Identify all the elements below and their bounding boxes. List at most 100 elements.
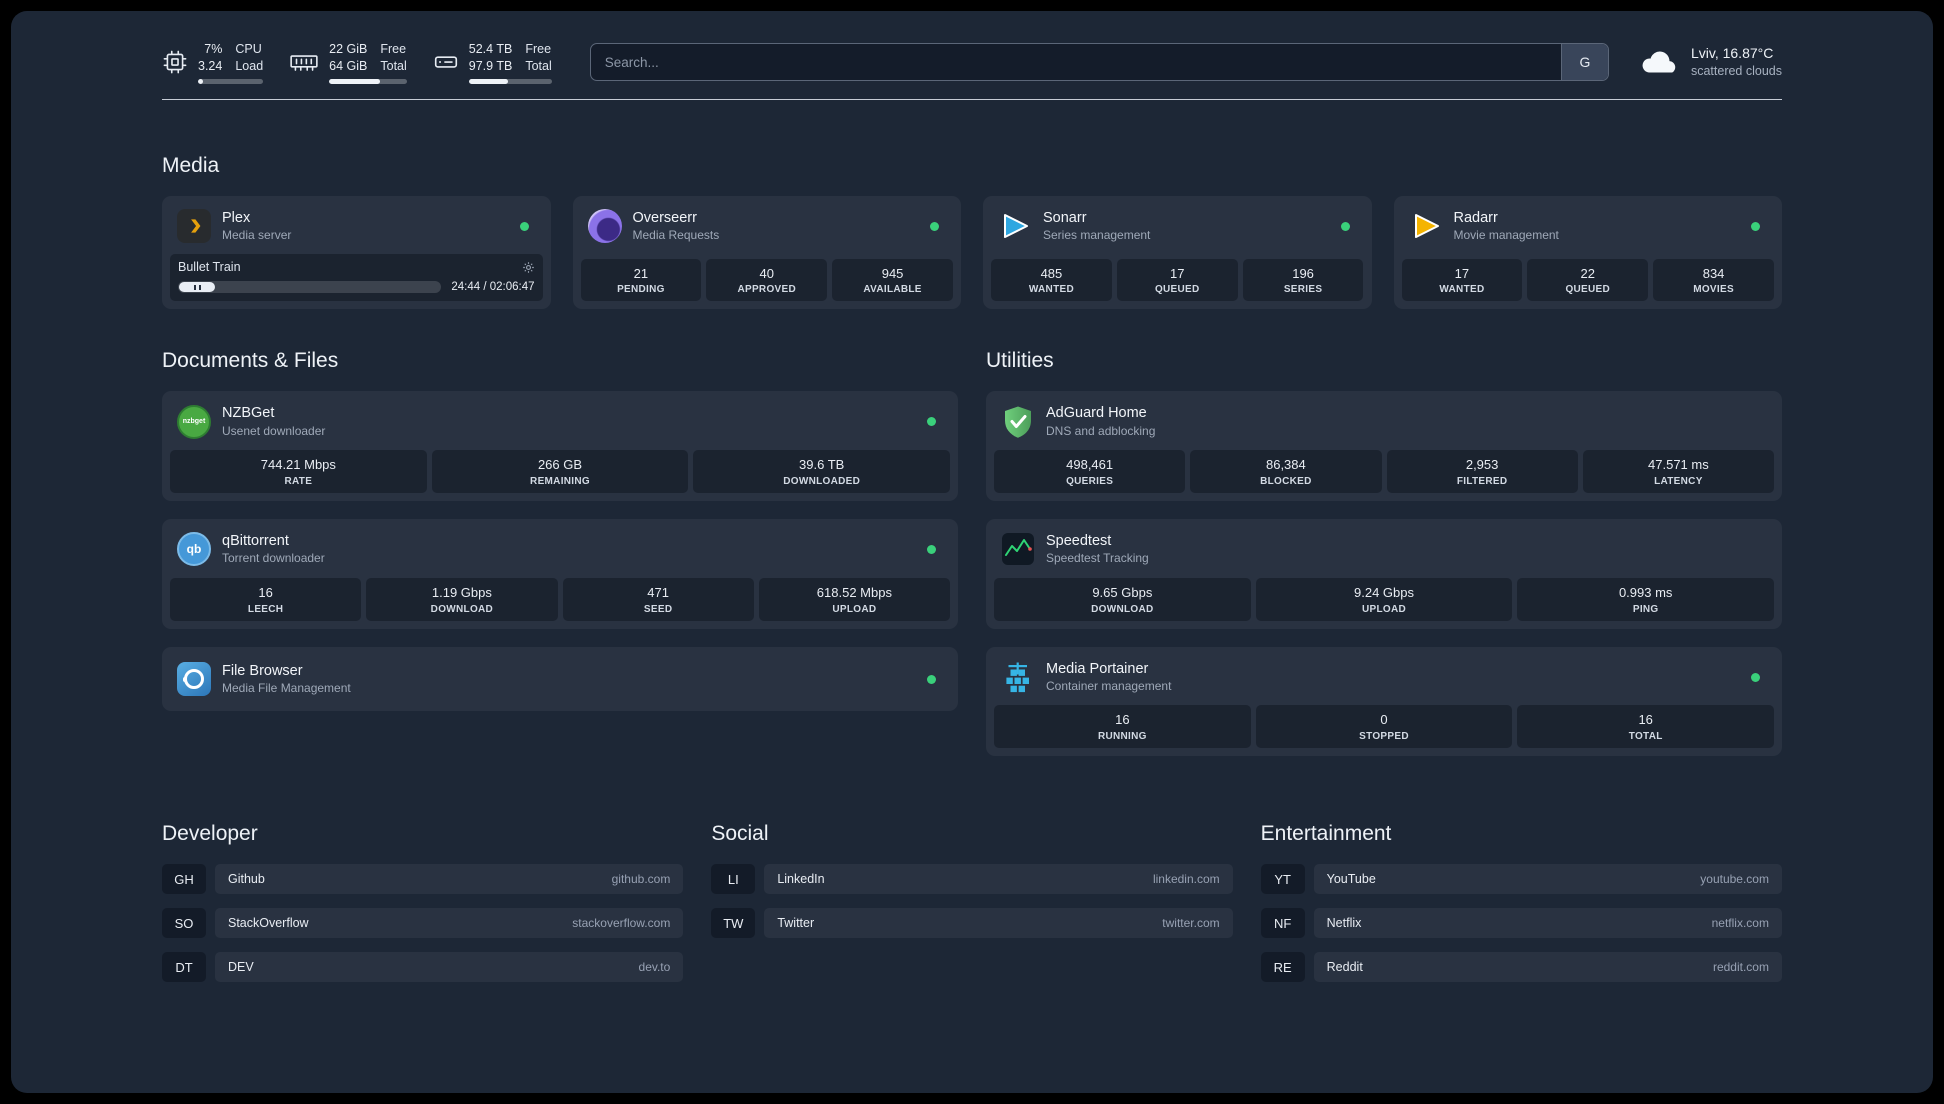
bookmark-abbr: TW: [711, 908, 756, 939]
stat-seed: 471 SEED: [562, 577, 754, 621]
dashboard: 7% CPU 3.24 Load 22 GiB Free 64 GiB Tota…: [11, 11, 1933, 1093]
bookmark-dev[interactable]: DT DEV dev.to: [162, 952, 684, 983]
bookmark-github[interactable]: GH Github github.com: [162, 864, 684, 895]
service-name: Radarr: [1453, 209, 1498, 226]
bookmark-name: Reddit: [1326, 960, 1363, 975]
bookmark-youtube[interactable]: YT YouTube youtube.com: [1260, 864, 1782, 895]
adguard-icon: [1001, 405, 1035, 439]
stat-latency: 47.571 ms LATENCY: [1582, 450, 1774, 494]
bookmark-url: twitter.com: [1162, 916, 1220, 931]
disk-progress-bar: [468, 78, 552, 84]
service-card-overseerr[interactable]: Overseerr Media Requests 21 PENDING 40 A…: [572, 195, 961, 310]
service-name: Overseerr: [632, 209, 697, 226]
bookmark-url: dev.to: [638, 960, 671, 975]
service-name: File Browser: [222, 662, 303, 679]
cloud-icon: [1639, 41, 1681, 83]
service-card-portainer[interactable]: Media Portainer Container management 16 …: [986, 646, 1782, 757]
gear-icon[interactable]: [522, 261, 535, 274]
bookmark-url: github.com: [611, 872, 671, 887]
bookmark-abbr: GH: [162, 864, 206, 895]
section-title-entertainment: Entertainment: [1260, 822, 1392, 846]
overseerr-icon: [587, 209, 622, 244]
bookmark-group-developer: Developer GH Github github.com SO StackO…: [162, 822, 684, 996]
service-card-filebrowser[interactable]: File Browser Media File Management: [162, 646, 958, 712]
nzbget-icon: nzbget: [177, 404, 211, 439]
service-name: NZBGet: [222, 405, 275, 422]
status-dot: [927, 417, 936, 427]
disk-free-value: 52.4 TB: [468, 42, 513, 56]
disk-total-value: 97.9 TB: [468, 58, 513, 73]
status-dot: [1340, 221, 1350, 231]
weather-condition: scattered clouds: [1690, 64, 1782, 79]
stat-wanted: 485 WANTED: [991, 258, 1112, 302]
speedtest-icon: [1001, 532, 1035, 566]
service-card-speedtest[interactable]: Speedtest Speedtest Tracking 9.65 Gbps D…: [986, 519, 1782, 629]
service-card-nzbget[interactable]: nzbget NZBGet Usenet downloader 744.21 M…: [162, 391, 958, 502]
stat-download: 1.19 Gbps DOWNLOAD: [366, 577, 558, 621]
memory-free-label: Free: [380, 42, 407, 56]
service-name: Sonarr: [1043, 209, 1087, 226]
now-playing-title: Bullet Train: [178, 260, 241, 275]
cpu-usage-label: CPU: [235, 42, 262, 56]
service-name: AdGuard Home: [1046, 405, 1147, 422]
bookmark-name: DEV: [228, 960, 254, 975]
section-title-media: Media: [162, 153, 220, 177]
cpu-load-value: 3.24: [198, 58, 223, 73]
bookmark-name: YouTube: [1326, 872, 1376, 887]
search-provider-button[interactable]: G: [1560, 44, 1608, 81]
bookmark-reddit[interactable]: RE Reddit reddit.com: [1260, 952, 1782, 983]
cpu-progress-bar: [198, 78, 264, 84]
weather-location: Lviv, 16.87°C: [1690, 45, 1774, 62]
playback-progress-bar[interactable]: [178, 281, 442, 294]
status-dot: [1751, 672, 1760, 682]
search-input[interactable]: [590, 44, 1561, 81]
service-card-plex[interactable]: Plex Media server Bullet Train 24:44 / 0…: [162, 195, 551, 310]
service-description: Media server: [222, 227, 292, 242]
bookmark-stackoverflow[interactable]: SO StackOverflow stackoverflow.com: [162, 908, 684, 939]
status-dot: [927, 544, 936, 554]
service-description: Torrent downloader: [222, 551, 325, 566]
memory-icon: [289, 49, 319, 75]
qbittorrent-icon: qb: [177, 532, 211, 567]
bookmark-name: Github: [228, 872, 265, 887]
bookmark-abbr: RE: [1260, 952, 1305, 983]
service-description: DNS and adblocking: [1046, 423, 1156, 438]
service-description: Media Requests: [632, 227, 720, 242]
service-card-sonarr[interactable]: Sonarr Series management 485 WANTED 17 Q…: [983, 195, 1372, 310]
service-card-radarr[interactable]: Radarr Movie management 17 WANTED 22 QUE…: [1393, 195, 1782, 310]
sonarr-icon: [998, 209, 1032, 243]
bookmark-abbr: SO: [162, 908, 206, 939]
bookmark-twitter[interactable]: TW Twitter twitter.com: [711, 908, 1233, 939]
stat-total: 16 TOTAL: [1517, 705, 1775, 749]
stat-blocked: 86,384 BLOCKED: [1190, 450, 1382, 494]
bookmark-abbr: DT: [162, 952, 206, 983]
weather-widget[interactable]: Lviv, 16.87°C scattered clouds: [1639, 41, 1782, 83]
service-description: Usenet downloader: [222, 423, 326, 438]
section-title-utilities: Utilities: [986, 349, 1054, 373]
stat-movies: 834 MOVIES: [1653, 258, 1774, 302]
cpu-widget: 7% CPU 3.24 Load: [162, 41, 264, 84]
bookmark-group-social: Social LI LinkedIn linkedin.com TW Twitt…: [711, 822, 1233, 996]
status-dot: [927, 674, 936, 684]
stat-upload: 618.52 Mbps UPLOAD: [758, 577, 950, 621]
bookmark-abbr: YT: [1260, 864, 1305, 895]
service-description: Series management: [1043, 227, 1151, 242]
status-dot: [1751, 221, 1760, 231]
bookmark-netflix[interactable]: NF Netflix netflix.com: [1260, 908, 1782, 939]
service-card-adguard[interactable]: AdGuard Home DNS and adblocking 498,461 …: [986, 391, 1782, 502]
stat-series: 196 SERIES: [1242, 258, 1364, 302]
service-card-qbittorrent[interactable]: qb qBittorrent Torrent downloader 16 LEE…: [162, 519, 958, 629]
playback-time: 24:44 / 02:06:47: [451, 281, 535, 294]
pause-button[interactable]: [179, 282, 215, 293]
memory-free-value: 22 GiB: [329, 42, 368, 56]
service-description: Media File Management: [222, 680, 351, 695]
memory-total-value: 64 GiB: [329, 58, 368, 73]
disk-total-label: Total: [525, 58, 552, 73]
stat-ping: 0.993 ms PING: [1517, 577, 1775, 621]
stat-queued: 22 QUEUED: [1527, 258, 1649, 302]
search-bar: G: [589, 43, 1609, 82]
bookmark-linkedin[interactable]: LI LinkedIn linkedin.com: [711, 864, 1233, 895]
bookmark-abbr: NF: [1260, 908, 1305, 939]
bookmark-url: linkedin.com: [1152, 872, 1220, 887]
bookmark-group-entertainment: Entertainment YT YouTube youtube.com NF …: [1260, 822, 1782, 996]
